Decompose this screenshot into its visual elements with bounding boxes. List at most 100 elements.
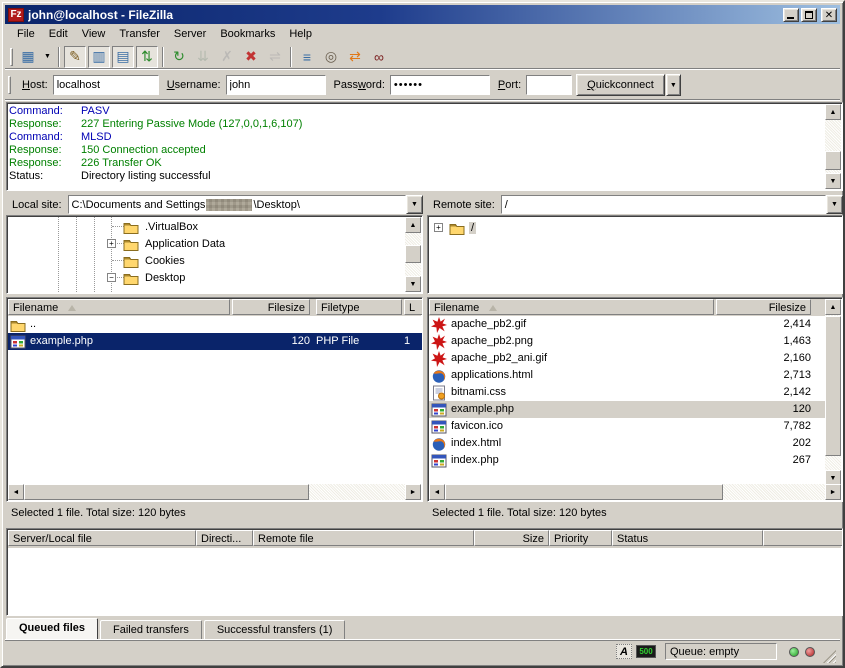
log-line-type: Command: [9,105,81,118]
refresh-button[interactable]: ↻ [168,46,190,68]
scroll-up-icon[interactable]: ▲ [825,299,841,315]
scroll-up-icon[interactable]: ▲ [405,217,421,233]
file-row-applications.html[interactable]: applications.html2,713 [429,367,826,384]
cancel-operation-button[interactable]: ✗ [216,46,238,68]
log-scrollbar[interactable]: ▲ ▼ [825,104,841,189]
scroll-right-icon[interactable]: ► [405,484,421,500]
quickconnect-button[interactable]: Quickconnect [576,74,665,96]
local-path-suffix: \Desktop\ [253,199,299,211]
scroll-left-icon[interactable]: ◄ [429,484,445,500]
menu-transfer[interactable]: Transfer [112,26,167,42]
menu-edit[interactable]: Edit [42,26,75,42]
queue-column-blank[interactable] [763,530,843,546]
file-row-apache-pb2-ani.gif[interactable]: apache_pb2_ani.gif2,160 [429,350,826,367]
toolbar-grip[interactable] [10,48,13,66]
quickconnect-grip[interactable] [8,76,11,94]
port-input[interactable] [526,75,572,95]
file-row-..[interactable]: .. [8,316,423,333]
queue-column-status[interactable]: Status [612,530,763,546]
log-scrollbar-thumb[interactable] [825,151,841,170]
local-tree-scrollbar-thumb[interactable] [405,245,421,263]
scroll-right-icon[interactable]: ► [825,484,841,500]
directory-listing-filters-button[interactable]: ≡ [296,46,318,68]
menu-server[interactable]: Server [167,26,213,42]
remote-list-hscrollbar[interactable]: ◄ ► [429,484,841,500]
username-input[interactable] [226,75,326,95]
quickconnect-dropdown-button[interactable]: ▼ [666,74,681,96]
toggle-local-tree-button[interactable]: ▥ [88,46,110,68]
file-row-index.php[interactable]: index.php267 [429,452,826,469]
resize-grip[interactable] [823,650,836,663]
menu-help[interactable]: Help [282,26,319,42]
column-header-filesize[interactable]: Filesize [716,299,811,315]
local-list-hscrollbar[interactable]: ◄ ► [8,484,421,500]
menu-bookmarks[interactable]: Bookmarks [213,26,282,42]
scroll-down-icon[interactable]: ▼ [825,173,841,189]
titlebar[interactable]: Fz john@localhost - FileZilla ✕ [5,5,840,24]
remote-tree-item-root[interactable]: / [449,219,823,236]
queue-column-size[interactable]: Size [474,530,549,546]
file-row-example.php[interactable]: example.php120PHP File1 [8,333,423,350]
queue-column-directi-[interactable]: Directi... [196,530,253,546]
scroll-left-icon[interactable]: ◄ [8,484,24,500]
search-files-icon: ∞ [374,49,384,65]
password-input[interactable] [390,75,490,95]
menu-view[interactable]: View [75,26,113,42]
local-tree-item-cookies[interactable]: Cookies [123,252,386,269]
file-row-example.php[interactable]: example.php120 [429,401,826,418]
expand-icon[interactable]: + [434,223,443,232]
tab-failed-transfers[interactable]: Failed transfers [100,620,202,639]
search-files-button[interactable]: ∞ [368,46,390,68]
file-name: example.php [30,333,93,350]
column-header-filename[interactable]: Filename [429,299,714,315]
local-tree-item-desktop[interactable]: Desktop [123,269,386,286]
file-row-index.html[interactable]: index.html202 [429,435,826,452]
file-row-favicon.ico[interactable]: favicon.ico7,782 [429,418,826,435]
transfer-type-icon[interactable]: A [615,644,633,660]
local-site-combo[interactable]: C:\Documents and Settings\Desktop\ [68,195,406,214]
maximize-button[interactable] [801,8,817,22]
compare-directories-button[interactable]: ◎ [320,46,342,68]
queue-column-server-local-file[interactable]: Server/Local file [8,530,196,546]
column-header-filetype[interactable]: Filetype [316,299,402,315]
file-row-apache-pb2.gif[interactable]: apache_pb2.gif2,414 [429,316,826,333]
collapse-icon[interactable]: − [107,273,116,282]
synchronized-browsing-button[interactable]: ⇄ [344,46,366,68]
site-manager-button[interactable]: ▦ [17,46,39,68]
expand-icon[interactable]: + [107,239,116,248]
tab-queued-files[interactable]: Queued files [6,618,98,639]
toggle-transfer-queue-button[interactable]: ⇅ [136,46,158,68]
minimize-button[interactable] [783,8,799,22]
process-queue-button[interactable]: ⇊ [192,46,214,68]
reconnect-button[interactable]: ⇌ [264,46,286,68]
compare-directories-icon: ◎ [325,48,337,65]
local-site-dropdown-button[interactable]: ▼ [406,195,423,214]
remote-site-dropdown-button[interactable]: ▼ [826,195,843,214]
speed-limit-icon[interactable]: 500 [637,644,655,660]
file-row-bitnami.css[interactable]: bitnami.css2,142 [429,384,826,401]
column-header-filesize[interactable]: Filesize [232,299,310,315]
queue-column-remote-file[interactable]: Remote file [253,530,474,546]
remote-site-combo[interactable]: / [501,195,826,214]
disconnect-button[interactable]: ✖ [240,46,262,68]
remote-hscrollbar-thumb[interactable] [445,484,723,500]
remote-scrollbar-thumb[interactable] [825,316,841,456]
toggle-remote-tree-button[interactable]: ▤ [112,46,134,68]
file-row-apache-pb2.png[interactable]: apache_pb2.png1,463 [429,333,826,350]
menu-file[interactable]: File [10,26,42,42]
host-input[interactable] [53,75,159,95]
local-tree-item-application-data[interactable]: Application Data [123,235,386,252]
close-button[interactable]: ✕ [821,8,837,22]
scroll-up-icon[interactable]: ▲ [825,104,841,120]
tab-successful-transfers-1-[interactable]: Successful transfers (1) [204,620,346,639]
local-tree-scrollbar[interactable]: ▲ ▼ [405,217,421,292]
queue-column-priority[interactable]: Priority [549,530,612,546]
local-tree-item--virtualbox[interactable]: .VirtualBox [123,218,386,235]
remote-list-scrollbar[interactable]: ▲ ▼ [825,299,841,486]
column-header-filename[interactable]: Filename [8,299,230,315]
site-manager-dropdown-button[interactable]: ▼ [41,46,54,68]
toggle-message-log-button[interactable]: ✎ [64,46,86,68]
scroll-down-icon[interactable]: ▼ [405,276,421,292]
local-hscrollbar-thumb[interactable] [24,484,309,500]
column-header-l[interactable]: L [404,299,423,315]
